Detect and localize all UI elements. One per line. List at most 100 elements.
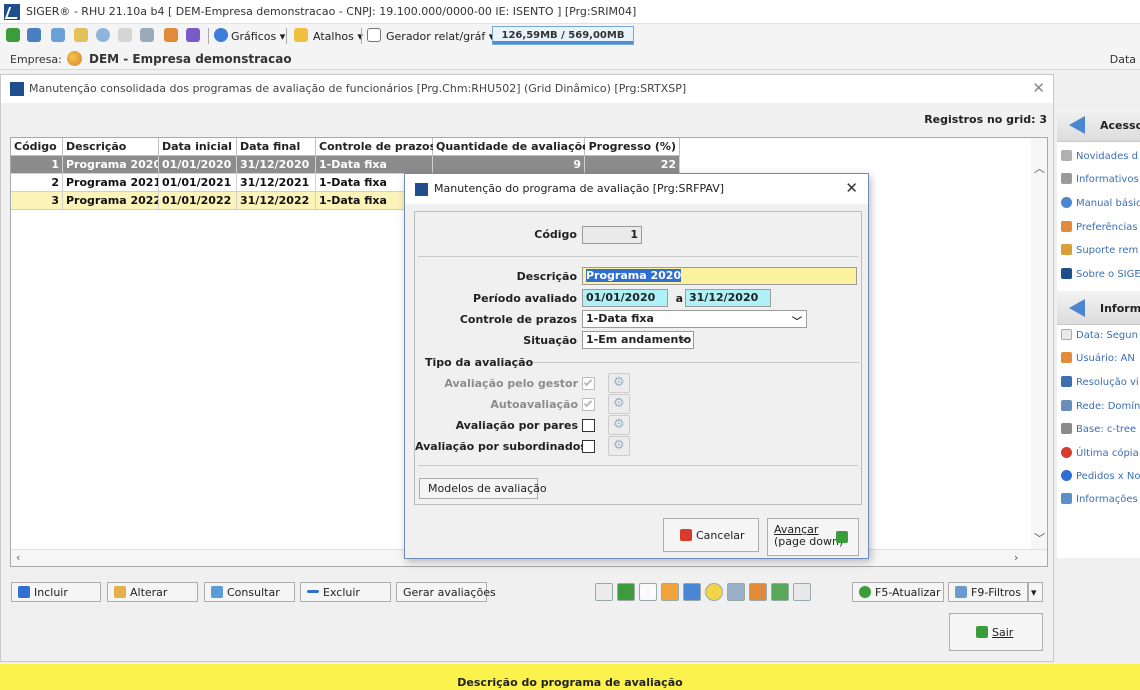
table-row-cell[interactable]: Programa 2021 <box>63 174 159 192</box>
chevron-down-icon[interactable]: ﹀ <box>1034 530 1045 546</box>
opt-auto-checkbox[interactable] <box>582 398 595 411</box>
table-icon[interactable] <box>661 583 679 601</box>
table-row-cell[interactable]: 22 <box>585 156 680 174</box>
descricao-label: Descrição <box>516 270 577 283</box>
cancelar-label: Cancelar <box>696 529 745 542</box>
exit-icon[interactable] <box>6 28 20 42</box>
gear-icon[interactable] <box>727 583 745 601</box>
opt-subordinados-label: Avaliação por subordinados <box>415 440 587 453</box>
refresh-user-icon[interactable] <box>771 583 789 601</box>
main-window-titlebar: Manutenção consolidada dos programas de … <box>1 75 1053 103</box>
sidebar-item-sobre[interactable]: Sobre o SIGE <box>1061 268 1140 280</box>
book-icon[interactable] <box>186 28 200 42</box>
grid-vertical-scrollbar[interactable]: ︿ ﹀ <box>1031 138 1047 550</box>
table-row-cell[interactable]: 2 <box>11 174 63 192</box>
users-icon[interactable] <box>51 28 65 42</box>
periodo-inicio-input[interactable]: 01/01/2020 <box>582 289 668 307</box>
gerador-menu[interactable]: Gerador relat/gráf ▾ <box>386 30 494 43</box>
column-header-data-inicial[interactable]: Data inicial <box>159 138 237 156</box>
table-row-cell[interactable]: 01/01/2022 <box>159 192 237 210</box>
sidebar-item-preferencias[interactable]: Preferências <box>1061 221 1138 233</box>
f9-filtros-button[interactable]: F9-Filtros <box>948 582 1028 602</box>
informacoes-section-header[interactable]: Informa <box>1057 291 1140 325</box>
gear-icon[interactable] <box>608 373 630 393</box>
checklist-icon[interactable] <box>793 583 811 601</box>
table-row-cell[interactable]: 31/12/2022 <box>237 192 316 210</box>
check-icon <box>583 377 593 387</box>
filter-dropdown-button[interactable]: ▾ <box>1028 582 1043 602</box>
chevron-right-icon[interactable]: › <box>1014 551 1018 564</box>
info-item-label: Rede: Domín <box>1076 401 1140 412</box>
table-row-cell[interactable]: 9 <box>433 156 585 174</box>
table-row-cell[interactable]: Programa 2020 <box>63 156 159 174</box>
graficos-menu[interactable]: Gráficos ▾ <box>231 30 285 43</box>
org-icon[interactable] <box>74 28 88 42</box>
gerar-avaliacoes-button[interactable]: Gerar avaliações <box>396 582 496 602</box>
opt-gestor-checkbox[interactable] <box>582 377 595 390</box>
help-icon[interactable] <box>96 28 110 42</box>
status-bar: Descrição do programa de avaliação <box>0 664 1140 690</box>
people-icon[interactable] <box>164 28 178 42</box>
toolbar-separator <box>208 28 209 44</box>
document-icon[interactable] <box>639 583 657 601</box>
mail-icon[interactable] <box>118 28 132 42</box>
periodo-fim-input[interactable]: 31/12/2020 <box>685 289 771 307</box>
sidebar-item-informativos[interactable]: Informativos <box>1061 173 1139 185</box>
calculator-icon[interactable] <box>27 28 41 42</box>
edit-icon <box>114 586 126 598</box>
chart-icon <box>214 28 228 42</box>
column-header-data-final[interactable]: Data final <box>237 138 316 156</box>
controle-prazos-select[interactable]: 1-Data fixa ﹀ <box>582 310 807 328</box>
excluir-button[interactable]: Excluir <box>300 582 391 602</box>
descricao-input[interactable]: Programa 2020 <box>582 267 857 285</box>
close-icon[interactable]: ✕ <box>845 179 858 197</box>
opt-pares-checkbox[interactable] <box>582 419 595 432</box>
acesso-title: Acesso <box>1100 119 1140 132</box>
columns-icon[interactable] <box>683 583 701 601</box>
table-row-cell[interactable]: 1 <box>11 156 63 174</box>
consultar-button[interactable]: Consultar <box>204 582 295 602</box>
cancelar-button[interactable]: Cancelar <box>663 518 759 552</box>
f5-atualizar-button[interactable]: F5-Atualizar <box>852 582 944 602</box>
atalhos-menu[interactable]: Atalhos ▾ <box>313 30 363 43</box>
sidebar-item-suporte[interactable]: Suporte rem <box>1061 244 1138 256</box>
user-icon[interactable] <box>749 583 767 601</box>
sair-button[interactable]: Sair <box>949 613 1043 651</box>
table-row-cell[interactable]: Programa 2022 <box>63 192 159 210</box>
chevron-left-icon[interactable]: ‹ <box>16 551 20 564</box>
right-side-panel: Acesso Novidades d Informativos Manual b… <box>1057 108 1140 558</box>
table-row-cell[interactable]: 01/01/2020 <box>159 156 237 174</box>
table-row-cell[interactable]: 31/12/2021 <box>237 174 316 192</box>
info-item-label: Resolução vi <box>1076 377 1139 388</box>
table-row-cell[interactable]: 3 <box>11 192 63 210</box>
network-icon <box>1061 400 1072 411</box>
situacao-select[interactable]: 1-Em andamento ﹀ <box>582 331 694 349</box>
close-icon[interactable]: ✕ <box>1032 79 1045 97</box>
opt-subordinados-checkbox[interactable] <box>582 440 595 453</box>
gear-icon[interactable] <box>608 415 630 435</box>
gear-icon[interactable] <box>608 394 630 414</box>
column-header-codigo[interactable]: Código <box>11 138 63 156</box>
avancar-button[interactable]: Avançar (page down) <box>767 518 859 556</box>
sun-icon[interactable] <box>705 583 723 601</box>
column-header-quantidade[interactable]: Quantidade de avaliações <box>433 138 596 156</box>
acesso-section-header[interactable]: Acesso <box>1057 108 1140 142</box>
table-row-cell[interactable]: 31/12/2020 <box>237 156 316 174</box>
link-icon[interactable] <box>595 583 613 601</box>
disk-icon[interactable] <box>140 28 154 42</box>
gear-icon[interactable] <box>608 436 630 456</box>
sidebar-item-novidades[interactable]: Novidades d <box>1061 150 1138 162</box>
sidebar-item-manual[interactable]: Manual básic <box>1061 197 1140 209</box>
incluir-button[interactable]: Incluir <box>11 582 101 602</box>
memory-value: 126,59MB / 569,00MB <box>501 30 625 41</box>
modelos-avaliacao-button[interactable]: Modelos de avaliação <box>419 478 547 499</box>
alterar-button[interactable]: Alterar <box>107 582 198 602</box>
plus-icon <box>18 586 30 598</box>
chevron-up-icon[interactable]: ︿ <box>1034 160 1045 176</box>
table-row-cell[interactable]: 01/01/2021 <box>159 174 237 192</box>
column-header-descricao[interactable]: Descrição <box>63 138 159 156</box>
column-header-controle-prazos[interactable]: Controle de prazos <box>316 138 436 156</box>
excel-icon[interactable] <box>617 583 635 601</box>
column-header-progresso[interactable]: Progresso (%) <box>585 138 680 156</box>
table-row-cell[interactable]: 1-Data fixa <box>316 156 433 174</box>
